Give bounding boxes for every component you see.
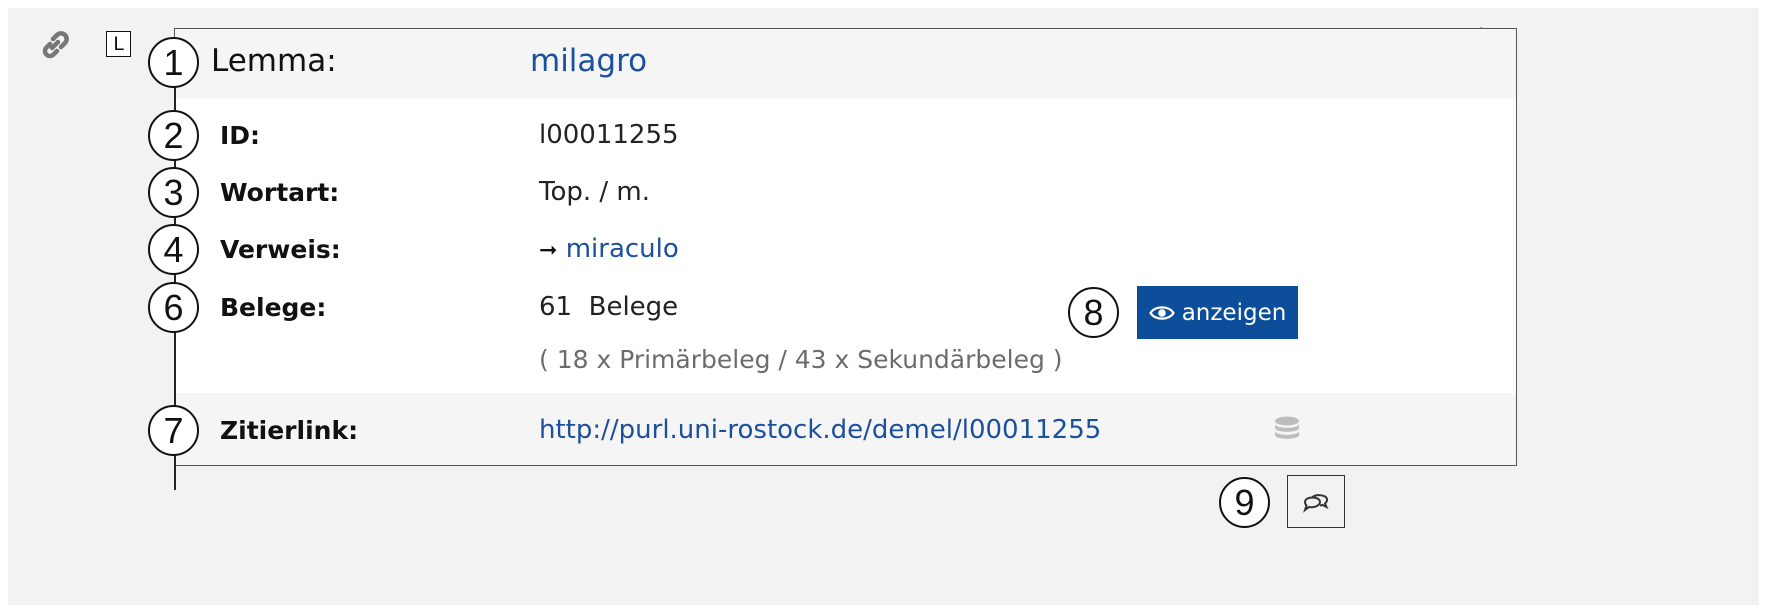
entry-type-badge: L (106, 31, 131, 57)
marker-4: 4 (148, 224, 199, 275)
lemma-value[interactable]: milagro (530, 43, 647, 79)
belege-word: Belege (588, 292, 679, 322)
arrow-right-icon: ➞ (539, 238, 558, 263)
marker-3: 3 (148, 167, 199, 218)
id-value: l00011255 (539, 120, 679, 150)
wortart-label: Wortart: (220, 178, 340, 207)
marker-6: 6 (148, 282, 199, 333)
belege-detail: ( 18 x Primärbeleg / 43 x Sekundärbeleg … (539, 345, 1063, 374)
anzeigen-button[interactable]: anzeigen (1137, 286, 1298, 339)
marker-1: 1 (148, 37, 199, 88)
marker-9: 9 (1219, 477, 1270, 528)
belege-label: Belege: (220, 293, 327, 322)
zitierlink-label: Zitierlink: (220, 416, 359, 445)
lemma-card: Lemma: milagro ID: l00011255 Wortart: To… (174, 28, 1517, 466)
belege-count: 61 (539, 292, 573, 322)
belege-count-line: 61 Belege (539, 292, 678, 322)
lemma-label: Lemma: (211, 43, 337, 79)
verweis-value: ➞ miraculo (539, 234, 679, 264)
marker-8: 8 (1068, 287, 1119, 338)
database-icon[interactable] (1272, 415, 1302, 445)
verweis-link[interactable]: miraculo (566, 234, 679, 264)
comments-icon (1303, 493, 1329, 513)
verweis-label: Verweis: (220, 235, 341, 264)
comments-button[interactable] (1287, 475, 1345, 528)
zitierlink-value[interactable]: http://purl.uni-rostock.de/demel/l000112… (539, 415, 1101, 445)
id-label: ID: (220, 121, 261, 150)
anzeigen-label: anzeigen (1181, 299, 1287, 326)
marker-2: 2 (148, 110, 199, 161)
marker-7: 7 (148, 405, 199, 456)
link-icon[interactable] (38, 28, 72, 62)
lemma-row (175, 29, 1516, 99)
wortart-value: Top. / m. (539, 177, 651, 207)
eye-icon (1148, 305, 1175, 320)
